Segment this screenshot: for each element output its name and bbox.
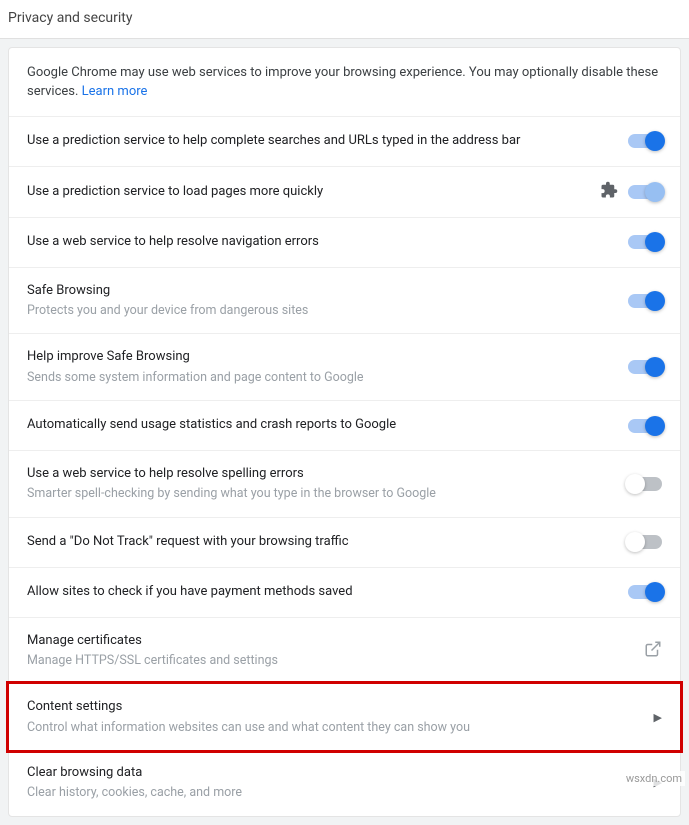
row-subtitle: Clear history, cookies, cache, and more xyxy=(27,784,654,802)
row-text: Send a "Do Not Track" request with your … xyxy=(27,533,628,551)
row-controls xyxy=(644,640,662,662)
row-controls xyxy=(628,294,662,308)
extension-icon xyxy=(600,181,618,203)
row-controls xyxy=(628,360,662,374)
open-external-icon[interactable] xyxy=(644,640,662,662)
toggle-switch[interactable] xyxy=(628,235,662,249)
row-title: Use a prediction service to help complet… xyxy=(27,132,628,150)
row-text: Use a web service to help resolve spelli… xyxy=(27,465,628,503)
settings-row: Use a prediction service to help complet… xyxy=(9,117,680,167)
settings-row: Use a prediction service to load pages m… xyxy=(9,167,680,218)
row-controls: ▶ xyxy=(654,711,662,724)
row-text: Help improve Safe Browsing Sends some sys… xyxy=(27,348,628,386)
row-title: Use a web service to help resolve spelli… xyxy=(27,465,628,483)
intro-text: Google Chrome may use web services to im… xyxy=(9,48,680,117)
learn-more-link[interactable]: Learn more xyxy=(82,84,148,99)
toggle-switch[interactable] xyxy=(628,535,662,549)
row-text: Use a web service to help resolve naviga… xyxy=(27,233,628,251)
settings-row: Use a web service to help resolve spelli… xyxy=(9,451,680,518)
row-text: Use a prediction service to load pages m… xyxy=(27,183,600,201)
row-title: Safe Browsing xyxy=(27,282,628,300)
row-controls xyxy=(628,134,662,148)
chevron-right-icon: ▶ xyxy=(654,711,662,724)
row-controls xyxy=(628,235,662,249)
toggle-switch[interactable] xyxy=(628,360,662,374)
settings-row: Help improve Safe Browsing Sends some sys… xyxy=(9,334,680,401)
row-controls xyxy=(628,419,662,433)
row-title: Allow sites to check if you have payment… xyxy=(27,583,628,601)
row-subtitle: Smarter spell-checking by sending what y… xyxy=(27,485,628,503)
toggle-switch[interactable] xyxy=(628,585,662,599)
row-controls xyxy=(628,535,662,549)
toggle-switch[interactable] xyxy=(628,477,662,491)
row-controls xyxy=(600,181,662,203)
row-title: Use a web service to help resolve naviga… xyxy=(27,233,628,251)
row-text: Clear browsing data Clear history, cookie… xyxy=(27,764,654,802)
settings-card: Google Chrome may use web services to im… xyxy=(8,47,681,817)
row-text: Manage certificates Manage HTTPS/SSL cert… xyxy=(27,632,644,670)
row-text: Allow sites to check if you have payment… xyxy=(27,583,628,601)
watermark: wsxdn.com xyxy=(623,771,685,786)
settings-row: Automatically send usage statistics and … xyxy=(9,401,680,451)
toggle-switch[interactable] xyxy=(628,419,662,433)
toggle-switch[interactable] xyxy=(628,134,662,148)
row-text: Content settings Control what information… xyxy=(27,698,654,736)
row-subtitle: Protects you and your device from danger… xyxy=(27,302,628,320)
row-controls xyxy=(628,477,662,491)
settings-row[interactable]: Content settings Control what information… xyxy=(6,681,683,753)
row-title: Automatically send usage statistics and … xyxy=(27,416,628,434)
section-header: Privacy and security xyxy=(0,0,689,39)
settings-row: Safe Browsing Protects you and your devic… xyxy=(9,268,680,335)
row-title: Help improve Safe Browsing xyxy=(27,348,628,366)
settings-row[interactable]: Clear browsing data Clear history, cookie… xyxy=(9,750,680,816)
row-title: Use a prediction service to load pages m… xyxy=(27,183,600,201)
row-controls xyxy=(628,585,662,599)
row-subtitle: Control what information websites can us… xyxy=(27,719,654,737)
settings-row[interactable]: Manage certificates Manage HTTPS/SSL cert… xyxy=(9,618,680,685)
row-text: Safe Browsing Protects you and your devic… xyxy=(27,282,628,320)
row-subtitle: Manage HTTPS/SSL certificates and settin… xyxy=(27,652,644,670)
settings-row: Allow sites to check if you have payment… xyxy=(9,568,680,618)
toggle-switch[interactable] xyxy=(628,185,662,199)
settings-row: Use a web service to help resolve naviga… xyxy=(9,218,680,268)
row-text: Use a prediction service to help complet… xyxy=(27,132,628,150)
row-title: Send a "Do Not Track" request with your … xyxy=(27,533,628,551)
settings-row: Send a "Do Not Track" request with your … xyxy=(9,518,680,568)
toggle-switch[interactable] xyxy=(628,294,662,308)
row-title: Content settings xyxy=(27,698,654,716)
row-subtitle: Sends some system information and page c… xyxy=(27,369,628,387)
row-title: Clear browsing data xyxy=(27,764,654,782)
section-title: Privacy and security xyxy=(8,10,132,26)
row-title: Manage certificates xyxy=(27,632,644,650)
row-text: Automatically send usage statistics and … xyxy=(27,416,628,434)
